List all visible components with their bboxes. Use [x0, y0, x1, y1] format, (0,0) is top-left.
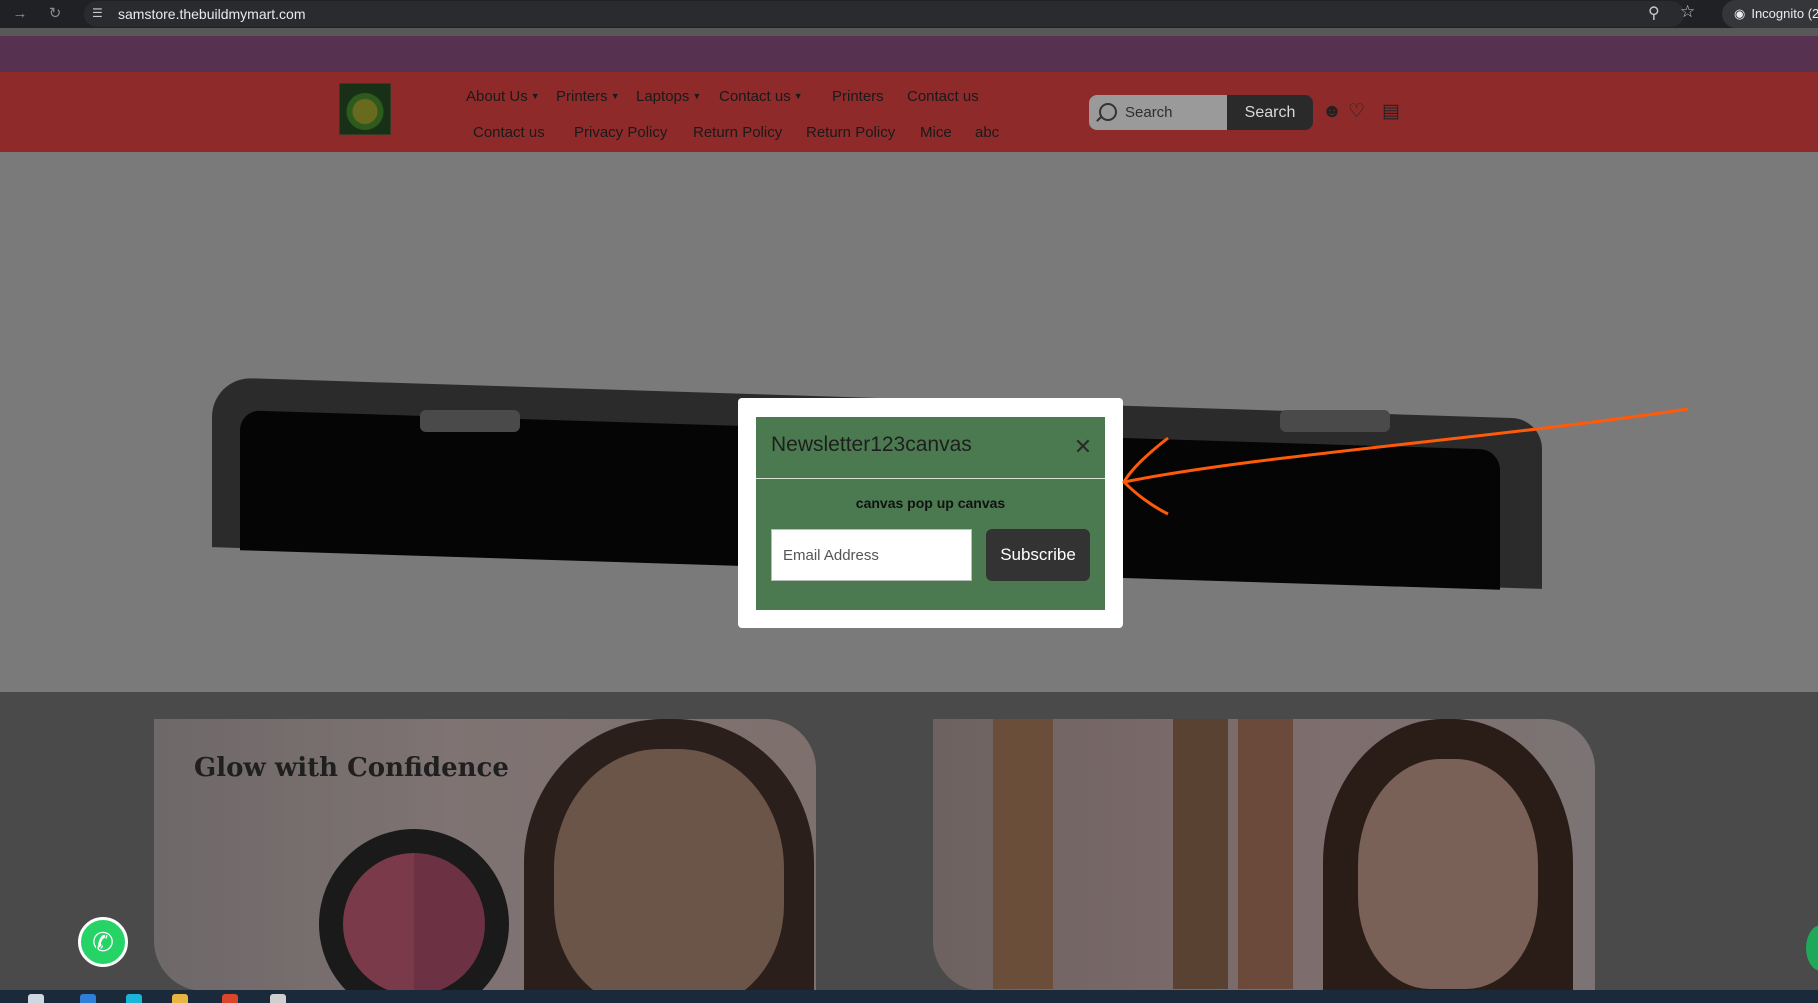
arrow-shaft: [1123, 407, 1689, 484]
annotation-arrow: [1122, 407, 1689, 516]
